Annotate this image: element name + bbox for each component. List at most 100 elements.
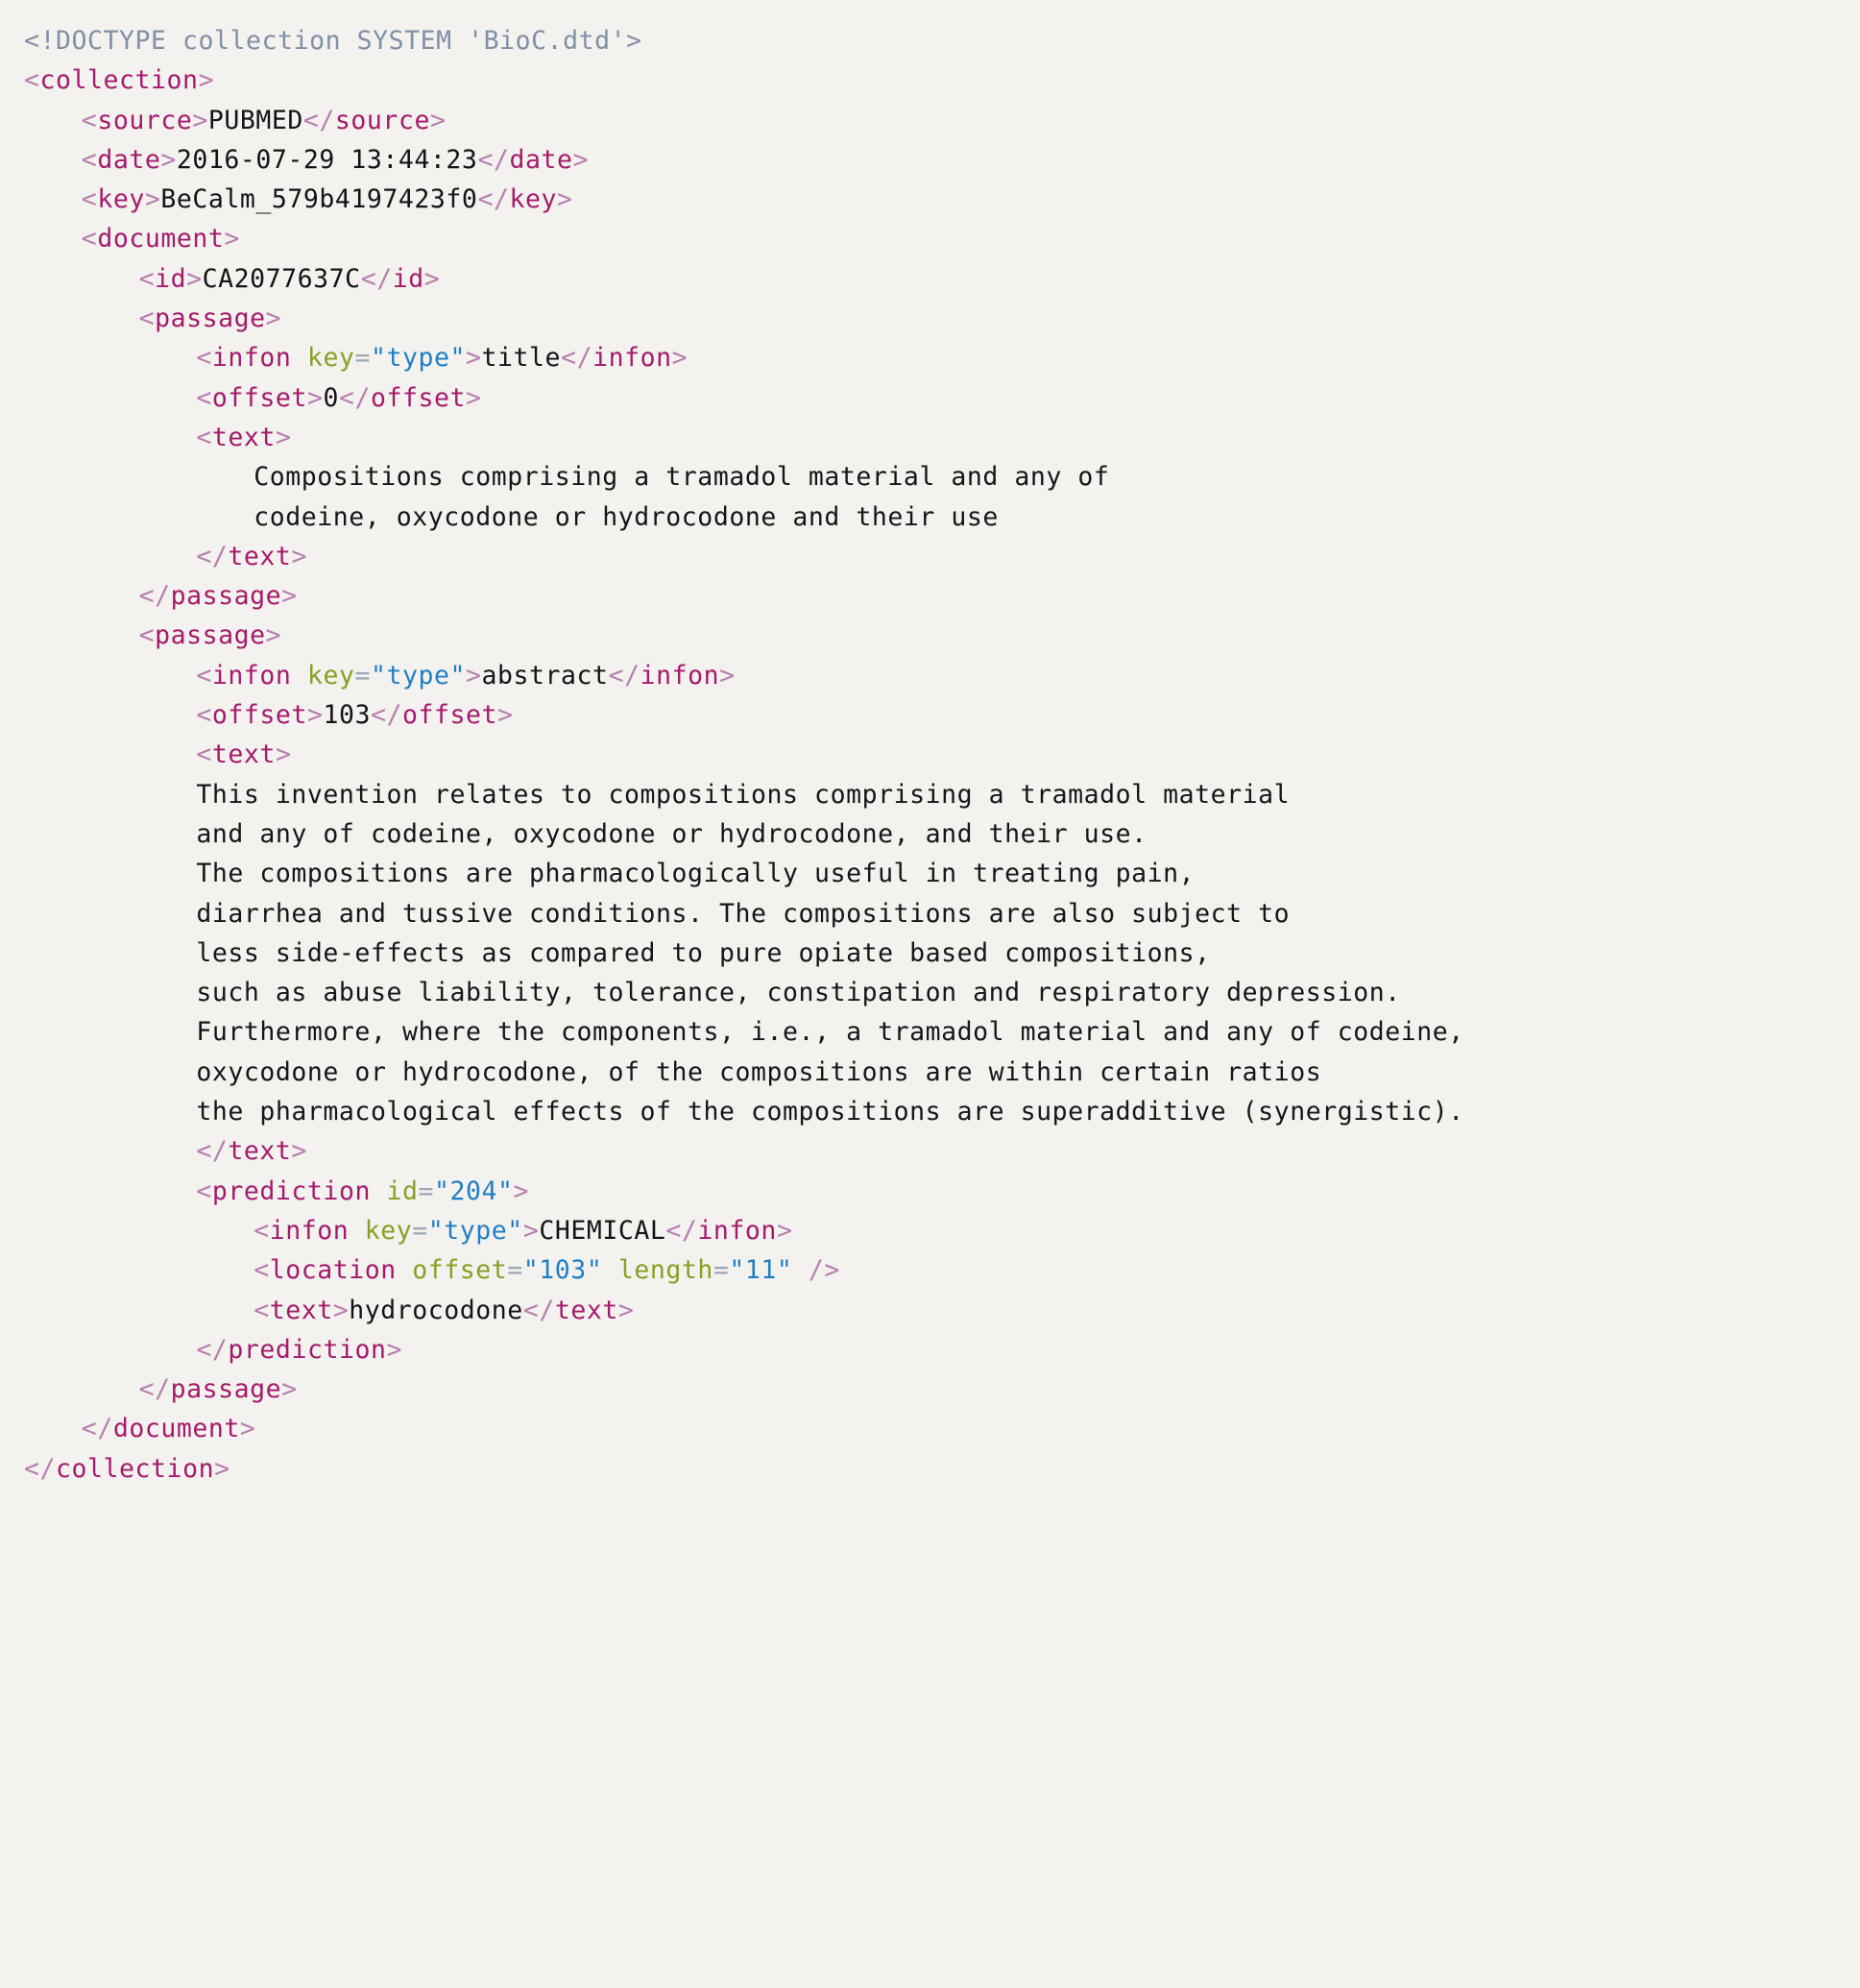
angle-bracket-open-icon: < — [360, 263, 377, 294]
angle-bracket-close-icon: > — [186, 263, 203, 294]
closing-slash-icon: / — [576, 343, 593, 374]
angle-bracket-open-icon: < — [302, 105, 320, 135]
code-line-21: and any of codeine, oxycodone or hydroco… — [0, 814, 1860, 854]
tag-name: passage — [170, 581, 282, 612]
text-content: This invention relates to compositions c… — [196, 779, 1291, 810]
closing-slash-icon: / — [155, 581, 171, 612]
angle-bracket-open-icon: < — [81, 224, 98, 255]
angle-bracket-close-icon: > — [281, 581, 298, 612]
angle-bracket-close-icon: > — [671, 343, 688, 374]
tag-name: text — [211, 422, 276, 452]
code-line-5: <key>BeCalm_579b4197423f0</key> — [0, 180, 1860, 219]
tag-name: id — [155, 263, 187, 294]
angle-bracket-open-icon: < — [370, 700, 387, 731]
tag-name: infon — [211, 343, 292, 374]
attribute-value: "204" — [433, 1176, 514, 1206]
angle-bracket-close-icon: > — [466, 660, 482, 691]
angle-bracket-open-icon: < — [24, 1453, 40, 1484]
tag-name: offset — [211, 700, 307, 731]
self-closing-bracket-icon: /> — [792, 1255, 840, 1286]
code-line-37: </collection> — [0, 1449, 1860, 1489]
angle-bracket-close-icon: > — [522, 1215, 540, 1246]
code-line-12: Compositions comprising a tramadol mater… — [0, 457, 1860, 497]
angle-bracket-close-icon: > — [306, 700, 324, 731]
text-content: oxycodone or hydrocodone, of the composi… — [196, 1056, 1322, 1087]
angle-bracket-open-icon: < — [196, 660, 212, 691]
tag-name: offset — [211, 382, 307, 413]
angle-bracket-close-icon: > — [275, 739, 292, 770]
angle-bracket-close-icon: > — [144, 184, 161, 215]
attribute-name: length — [602, 1255, 713, 1286]
angle-bracket-open-icon: < — [196, 1176, 212, 1206]
code-line-32: <location offset="103" length="11" /> — [0, 1250, 1860, 1290]
angle-bracket-close-icon: > — [429, 105, 447, 135]
angle-bracket-open-icon: < — [254, 1295, 270, 1325]
angle-bracket-close-icon: > — [556, 184, 573, 215]
angle-bracket-open-icon: < — [196, 1334, 212, 1365]
angle-bracket-open-icon: < — [138, 1374, 156, 1405]
tag-name: infon — [592, 343, 672, 374]
angle-bracket-close-icon: > — [513, 1176, 530, 1206]
tag-name: offset — [402, 700, 498, 731]
code-line-26: Furthermore, where the components, i.e.,… — [0, 1012, 1860, 1052]
element-value: 2016-07-29 13:44:23 — [176, 144, 478, 175]
text-content: less side-effects as compared to pure op… — [196, 937, 1211, 968]
tag-name: source — [97, 105, 193, 135]
angle-bracket-open-icon: < — [81, 105, 98, 135]
angle-bracket-open-icon: < — [196, 739, 212, 770]
angle-bracket-close-icon: > — [497, 700, 514, 731]
angle-bracket-open-icon: < — [81, 184, 98, 215]
tag-name: collection — [39, 65, 199, 96]
element-value: CA2077637C — [202, 263, 361, 294]
angle-bracket-close-icon: > — [239, 1414, 256, 1444]
element-value: abstract — [481, 660, 609, 691]
element-value: title — [481, 343, 562, 374]
code-line-15: </passage> — [0, 576, 1860, 616]
tag-name: text — [211, 739, 276, 770]
tag-name: date — [97, 144, 161, 175]
text-content: diarrhea and tussive conditions. The com… — [196, 898, 1291, 929]
angle-bracket-close-icon: > — [466, 343, 482, 374]
angle-bracket-open-icon: < — [24, 65, 40, 96]
tag-name: text — [228, 1136, 292, 1167]
tag-name: infon — [697, 1215, 777, 1246]
angle-bracket-close-icon: > — [291, 1136, 307, 1167]
tag-name: text — [269, 1295, 333, 1325]
tag-name: offset — [371, 382, 467, 413]
text-content: codeine, oxycodone or hydrocodone and th… — [254, 501, 999, 532]
angle-bracket-open-icon: < — [665, 1215, 682, 1246]
text-content: The compositions are pharmacologically u… — [196, 859, 1196, 889]
text-content: such as abuse liability, tolerance, cons… — [196, 978, 1401, 1008]
tag-name: document — [112, 1414, 240, 1444]
attribute-name: key — [291, 343, 355, 374]
code-line-2: <collection> — [0, 61, 1860, 100]
angle-bracket-open-icon: < — [138, 263, 156, 294]
attribute-equals: = — [412, 1215, 428, 1246]
angle-bracket-open-icon: < — [196, 541, 212, 571]
attribute-value: "11" — [729, 1255, 793, 1286]
text-content: Furthermore, where the components, i.e.,… — [196, 1017, 1464, 1048]
angle-bracket-close-icon: > — [572, 144, 590, 175]
tag-name: location — [269, 1255, 397, 1286]
code-line-19: <text> — [0, 735, 1860, 774]
attribute-equals: = — [354, 343, 371, 374]
code-line-30: <prediction id="204"> — [0, 1172, 1860, 1211]
closing-slash-icon: / — [493, 184, 510, 215]
tag-name: text — [554, 1295, 618, 1325]
closing-slash-icon: / — [211, 541, 229, 571]
angle-bracket-open-icon: < — [196, 343, 212, 374]
tag-name: document — [97, 224, 225, 255]
element-value: 0 — [323, 382, 339, 413]
tag-name: infon — [269, 1215, 350, 1246]
code-line-3: <source>PUBMED</source> — [0, 101, 1860, 140]
angle-bracket-close-icon: > — [719, 660, 736, 691]
angle-bracket-open-icon: < — [608, 660, 625, 691]
angle-bracket-close-icon: > — [466, 382, 482, 413]
angle-bracket-open-icon: < — [81, 1414, 98, 1444]
angle-bracket-close-icon: > — [192, 105, 208, 135]
code-line-22: The compositions are pharmacologically u… — [0, 854, 1860, 893]
angle-bracket-open-icon: < — [477, 144, 494, 175]
tag-name: prediction — [228, 1334, 387, 1365]
code-line-7: <id>CA2077637C</id> — [0, 259, 1860, 299]
angle-bracket-open-icon: < — [196, 1136, 212, 1167]
